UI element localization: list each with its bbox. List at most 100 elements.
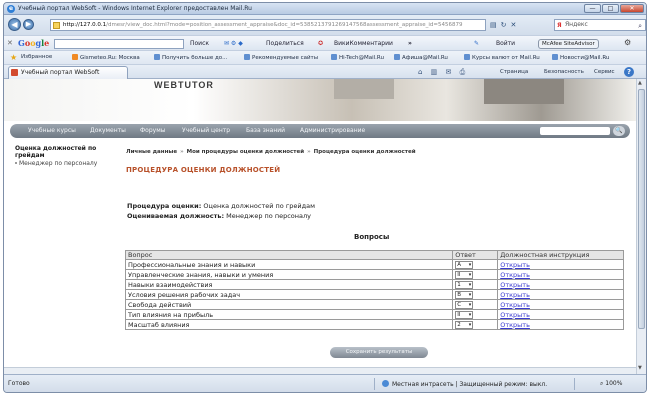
tools-menu[interactable]: Сервис [594,69,615,75]
more-button[interactable]: » [408,40,412,47]
address-bar: ◀ ▶ http://127.0.0.1/dmesr/view_doc.html… [4,15,646,35]
wrench-icon[interactable]: ⚙ [624,38,631,47]
banner-photo [484,79,564,104]
nav-training-center[interactable]: Учебный центр [182,127,230,134]
breadcrumb-my-procedures[interactable]: Мои процедуры оценки должностей [187,149,304,155]
close-toolbar-icon[interactable]: ✕ [7,39,13,47]
answer-select[interactable]: 1 [455,280,474,289]
tab-websoft[interactable]: Учебный портал WebSoft [8,66,128,79]
table-row: Тип влияния на прибыль II Открыть [124,309,624,320]
answer-cell: A [452,259,499,270]
answer-cell: II [452,269,499,280]
minimize-button[interactable]: — [584,4,601,13]
maximize-button[interactable]: □ [602,4,619,13]
mcafee-button[interactable]: McAfee SiteAdvisor [538,39,599,49]
tab-label: Учебный портал WebSoft [21,69,100,76]
vertical-scrollbar[interactable]: ▲ ▼ [636,79,646,374]
home-feeds-print-icons[interactable]: ⌂ ▥ ✉ ⎙ [418,68,468,77]
instruction-cell: Открыть [497,259,624,270]
scroll-up-icon[interactable]: ▲ [638,80,642,86]
search-input[interactable]: Я Яндекс ⌕ [554,19,646,31]
scrollbar-thumb[interactable] [638,89,645,329]
table-row: Свобода действий C Открыть [124,299,624,310]
open-link[interactable]: Открыть [500,321,530,329]
wiki-comments-button[interactable]: ВикиКомментарии [334,40,393,47]
page-content: WEBTUTOR Учебные курсы Документы Форумы … [4,79,636,374]
answer-select[interactable]: B [455,290,474,299]
breadcrumb: Личные данные» Мои процедуры оценки должн… [126,149,416,155]
open-link[interactable]: Открыть [500,301,530,309]
question-cell: Свобода действий [124,299,454,310]
fav-item-addons[interactable]: Получить больше до... [154,54,227,61]
nav-documents[interactable]: Документы [90,127,126,134]
horizontal-scrollbar[interactable] [4,367,636,374]
question-cell: Управленческие знания, навыки и умения [124,269,454,280]
breadcrumb-personal-data[interactable]: Личные данные [126,149,177,155]
fav-item-news[interactable]: Новости@Mail.Ru [552,54,609,61]
nav-knowledge-base[interactable]: База знаний [246,127,285,134]
open-link[interactable]: Открыть [500,291,530,299]
open-link[interactable]: Открыть [500,311,530,319]
nav-administration[interactable]: Администрирование [300,127,365,134]
share-button[interactable]: Поделиться [266,40,304,47]
url-path: /dmesr/view_doc.html?mode=position_asses… [106,22,463,28]
bookmark-icon[interactable]: ✪ [318,40,323,47]
window-title: Учебный портал WebSoft - Windows Interne… [18,5,252,12]
portal-search-input[interactable] [540,127,610,135]
question-cell: Профессиональные знания и навыки [124,259,454,270]
fav-item-afisha[interactable]: Афиша@Mail.Ru [394,54,448,61]
fav-item-currency[interactable]: Курсы валют от Mail.Ru [464,54,540,61]
status-bar: Готово Местная интрасеть | Защищенный ре… [4,374,646,392]
scroll-down-icon[interactable]: ▼ [638,365,642,371]
position-info: Оцениваемая должность: Менеджер по персо… [127,212,311,220]
answer-select[interactable]: 2 [455,320,474,329]
question-cell: Масштаб влияния [124,319,454,330]
toolbar-tools-icon[interactable]: ✉ ⚙ ◆ [224,40,243,47]
sidebar-item-hr-manager[interactable]: Менеджер по персоналу [14,160,97,167]
google-toolbar: ✕ Google Поиск ✉ ⚙ ◆ Поделиться ✪ ВикиКо… [4,35,646,51]
nav-forums[interactable]: Форумы [140,127,165,134]
favorites-star-icon[interactable]: ★ [10,53,17,62]
table-row: Масштаб влияния 2 Открыть [124,319,624,330]
fav-item-suggested[interactable]: Рекомендуемые сайты [244,54,318,61]
status-divider [574,378,575,390]
instruction-cell: Открыть [497,309,624,320]
search-icon[interactable]: ⌕ [638,21,642,31]
security-zone[interactable]: Местная интрасеть | Защищенный режим: вы… [382,380,547,388]
page-menu[interactable]: Страница [500,69,528,75]
title-bar: e Учебный портал WebSoft - Windows Inter… [4,3,646,15]
answer-select[interactable]: II [455,270,474,279]
stop-icon[interactable]: ✕ [511,21,521,29]
zoom-level[interactable]: ⌕ 100% [600,380,622,388]
forward-arrow-icon[interactable]: ▶ [23,19,34,30]
help-icon[interactable]: ? [624,67,634,77]
google-search-button[interactable]: Поиск [190,40,209,47]
safety-menu[interactable]: Безопасность [544,69,584,75]
refresh-icon[interactable]: ↻ [501,21,511,29]
column-header-answer: Ответ [452,250,499,260]
page-icon [53,22,60,29]
fav-item-hitech[interactable]: Hi-Tech@Mail.Ru [331,54,384,61]
answer-select[interactable]: C [455,300,474,309]
address-actions[interactable]: ▤↻✕ [490,21,520,29]
back-arrow-icon[interactable]: ◀ [8,18,21,31]
compatibility-icon[interactable]: ▤ [490,21,501,29]
favorites-button[interactable]: Избранное [21,54,52,60]
open-link[interactable]: Открыть [500,261,530,269]
nav-courses[interactable]: Учебные курсы [28,127,76,134]
answer-select[interactable]: A [455,260,474,269]
instruction-cell: Открыть [497,319,624,330]
procedure-label: Процедура оценки: [127,202,202,210]
sign-in-button[interactable]: Войти [496,40,515,47]
portal-search-button[interactable]: 🔍 [613,126,625,136]
settings-icon[interactable]: ✎ [474,40,479,47]
open-link[interactable]: Открыть [500,281,530,289]
open-link[interactable]: Открыть [500,271,530,279]
google-search-input[interactable] [54,39,184,49]
url-input[interactable]: http://127.0.0.1/dmesr/view_doc.html?mod… [50,19,486,31]
answer-select[interactable]: II [455,310,474,319]
url-host: http://127.0.0.1 [63,22,107,28]
fav-item-gismeteo[interactable]: Gismeteo.Ru: Москва [72,54,140,61]
close-button[interactable]: ✕ [620,4,644,13]
save-results-button[interactable]: Сохранить результаты [330,347,428,358]
